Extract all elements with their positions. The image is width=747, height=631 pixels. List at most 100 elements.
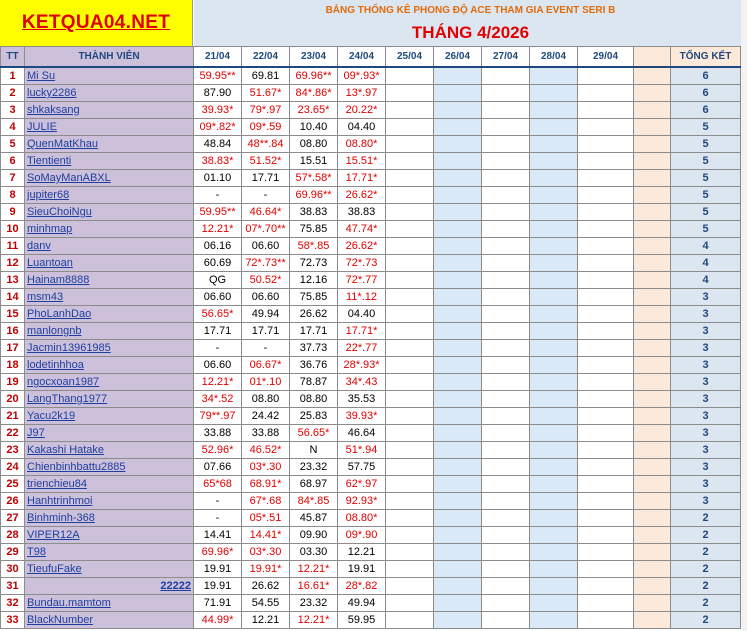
empty-cell[interactable]	[481, 220, 530, 238]
empty-cell[interactable]	[633, 322, 671, 340]
row-number[interactable]: 20	[0, 390, 25, 408]
value-cell[interactable]: 24.42	[241, 407, 290, 425]
total-cell[interactable]: 5	[670, 220, 741, 238]
value-cell[interactable]: 72*.77	[337, 271, 386, 289]
empty-cell[interactable]	[433, 66, 482, 85]
total-cell[interactable]: 3	[670, 441, 741, 459]
empty-cell[interactable]	[433, 118, 482, 136]
value-cell[interactable]: 51.52*	[241, 152, 290, 170]
empty-cell[interactable]	[633, 135, 671, 153]
row-number[interactable]: 19	[0, 373, 25, 391]
empty-cell[interactable]	[385, 492, 434, 510]
empty-cell[interactable]	[529, 271, 578, 289]
header-date[interactable]: 25/04	[385, 46, 434, 68]
total-cell[interactable]: 2	[670, 577, 741, 595]
empty-cell[interactable]	[633, 118, 671, 136]
empty-cell[interactable]	[385, 169, 434, 187]
value-cell[interactable]: 23.65*	[289, 101, 338, 119]
empty-cell[interactable]	[577, 407, 634, 425]
empty-cell[interactable]	[633, 254, 671, 272]
header-blank[interactable]	[633, 46, 671, 68]
header-total[interactable]: TỔNG KẾT	[670, 46, 741, 68]
empty-cell[interactable]	[577, 543, 634, 561]
value-cell[interactable]: -	[193, 492, 242, 510]
empty-cell[interactable]	[481, 356, 530, 374]
empty-cell[interactable]	[385, 220, 434, 238]
total-cell[interactable]: 3	[670, 390, 741, 408]
empty-cell[interactable]	[385, 322, 434, 340]
empty-cell[interactable]	[385, 441, 434, 459]
total-cell[interactable]: 3	[670, 492, 741, 510]
total-cell[interactable]: 2	[670, 509, 741, 527]
empty-cell[interactable]	[385, 254, 434, 272]
row-number[interactable]: 7	[0, 169, 25, 187]
empty-cell[interactable]	[481, 66, 530, 85]
member-name[interactable]: shkaksang	[24, 101, 194, 119]
member-name[interactable]: VIPER12A	[24, 526, 194, 544]
value-cell[interactable]: 57*.58*	[289, 169, 338, 187]
empty-cell[interactable]	[529, 424, 578, 442]
member-name[interactable]: jupiter68	[24, 186, 194, 204]
value-cell[interactable]: 03*.30	[241, 543, 290, 561]
value-cell[interactable]: 52.96*	[193, 441, 242, 459]
value-cell[interactable]: 17.71	[241, 169, 290, 187]
empty-cell[interactable]	[529, 577, 578, 595]
empty-cell[interactable]	[633, 407, 671, 425]
empty-cell[interactable]	[433, 169, 482, 187]
empty-cell[interactable]	[433, 288, 482, 306]
empty-cell[interactable]	[433, 424, 482, 442]
member-name[interactable]: ngocxoan1987	[24, 373, 194, 391]
value-cell[interactable]: 08.80*	[337, 509, 386, 527]
empty-cell[interactable]	[529, 237, 578, 255]
empty-cell[interactable]	[433, 560, 482, 578]
member-name[interactable]: SoMayManABXL	[24, 169, 194, 187]
empty-cell[interactable]	[481, 254, 530, 272]
member-name[interactable]: Bundau.mamtom	[24, 594, 194, 612]
empty-cell[interactable]	[529, 288, 578, 306]
empty-cell[interactable]	[577, 288, 634, 306]
row-number[interactable]: 4	[0, 118, 25, 136]
empty-cell[interactable]	[529, 66, 578, 85]
empty-cell[interactable]	[481, 577, 530, 595]
value-cell[interactable]: 68.91*	[241, 475, 290, 493]
value-cell[interactable]: 12.21*	[289, 560, 338, 578]
total-cell[interactable]: 6	[670, 101, 741, 119]
empty-cell[interactable]	[633, 288, 671, 306]
total-cell[interactable]: 3	[670, 475, 741, 493]
value-cell[interactable]: 54.55	[241, 594, 290, 612]
empty-cell[interactable]	[481, 186, 530, 204]
empty-cell[interactable]	[633, 526, 671, 544]
value-cell[interactable]: 45.87	[289, 509, 338, 527]
value-cell[interactable]: 26.62*	[337, 186, 386, 204]
value-cell[interactable]: 08.80	[289, 135, 338, 153]
empty-cell[interactable]	[385, 407, 434, 425]
empty-cell[interactable]	[577, 169, 634, 187]
empty-cell[interactable]	[481, 407, 530, 425]
value-cell[interactable]: -	[241, 339, 290, 357]
empty-cell[interactable]	[433, 509, 482, 527]
member-name[interactable]: QuenMatKhau	[24, 135, 194, 153]
empty-cell[interactable]	[529, 458, 578, 476]
value-cell[interactable]: 06.60	[241, 237, 290, 255]
value-cell[interactable]: -	[193, 339, 242, 357]
member-name[interactable]: minhmap	[24, 220, 194, 238]
empty-cell[interactable]	[385, 594, 434, 612]
empty-cell[interactable]	[577, 441, 634, 459]
value-cell[interactable]: 07.66	[193, 458, 242, 476]
row-number[interactable]: 9	[0, 203, 25, 221]
row-number[interactable]: 14	[0, 288, 25, 306]
empty-cell[interactable]	[633, 220, 671, 238]
member-name[interactable]: Jacmin13961985	[24, 339, 194, 357]
member-name[interactable]: Mi Su	[24, 66, 194, 85]
empty-cell[interactable]	[433, 203, 482, 221]
empty-cell[interactable]	[481, 560, 530, 578]
row-number[interactable]: 11	[0, 237, 25, 255]
empty-cell[interactable]	[433, 152, 482, 170]
empty-cell[interactable]	[385, 288, 434, 306]
empty-cell[interactable]	[577, 458, 634, 476]
empty-cell[interactable]	[633, 475, 671, 493]
row-number[interactable]: 23	[0, 441, 25, 459]
empty-cell[interactable]	[481, 305, 530, 323]
empty-cell[interactable]	[433, 237, 482, 255]
empty-cell[interactable]	[577, 526, 634, 544]
